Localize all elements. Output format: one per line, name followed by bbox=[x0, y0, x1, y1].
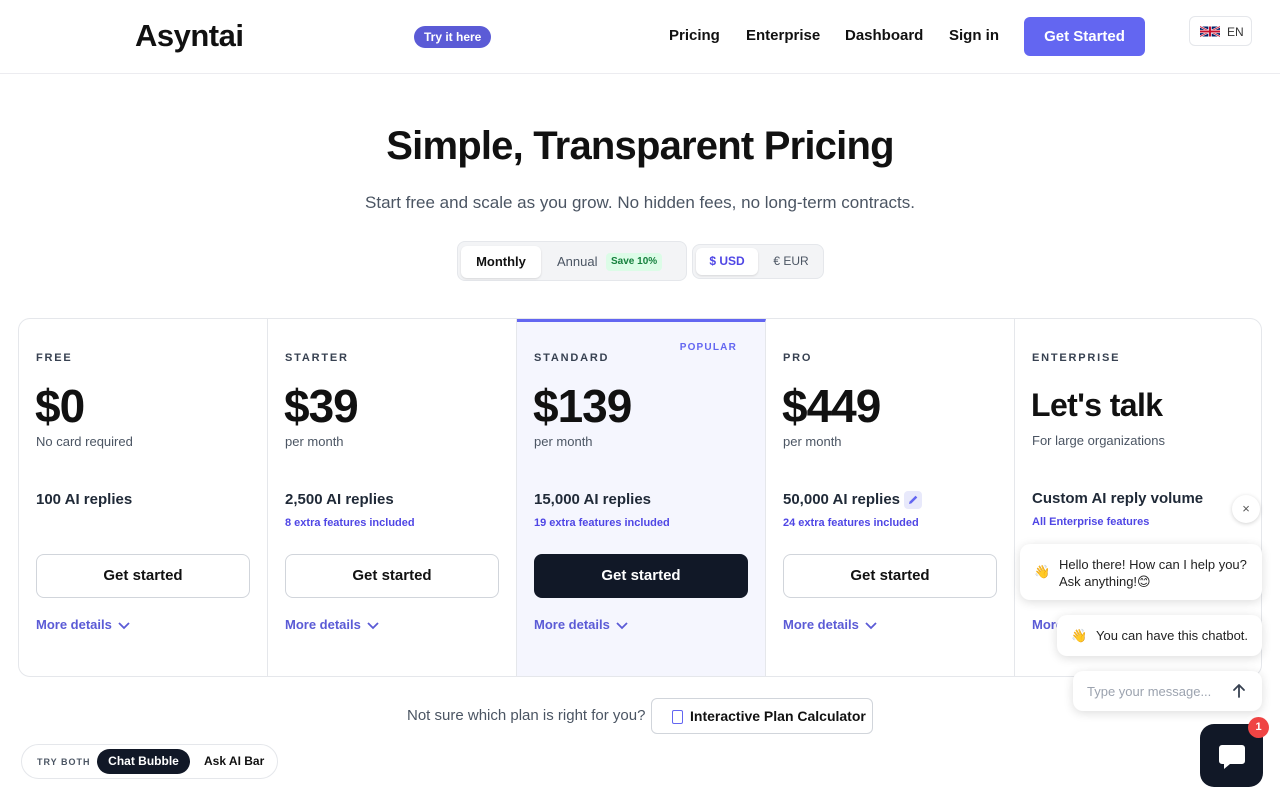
language-code: EN bbox=[1227, 25, 1244, 39]
currency-usd-option[interactable]: $ USD bbox=[696, 248, 758, 275]
plan-replies: Custom AI reply volume bbox=[1032, 490, 1204, 507]
plan-price: $139 bbox=[533, 380, 632, 432]
save-badge: Save 10% bbox=[606, 253, 663, 271]
plan-card-standard: STANDARD POPULAR $139 per month 15,000 A… bbox=[517, 319, 766, 676]
plan-extra-features[interactable]: 24 extra features included bbox=[783, 517, 919, 529]
try-it-here-badge[interactable]: Try it here bbox=[414, 26, 492, 48]
plan-price: $449 bbox=[782, 380, 881, 432]
chat-message-text: Hello there! How can I help you? Ask any… bbox=[1059, 557, 1247, 589]
wave-icon: 👋 bbox=[1034, 564, 1051, 579]
plan-replies: 2,500 AI replies bbox=[285, 491, 394, 508]
calculator-icon bbox=[672, 710, 683, 724]
plan-tier: PRO bbox=[783, 352, 813, 364]
billing-annual-option[interactable]: Annual bbox=[557, 246, 597, 278]
chat-icon bbox=[1219, 745, 1245, 769]
chat-message: 👋 You can have this chatbot. bbox=[1057, 615, 1262, 656]
page-subtitle: Start free and scale as you grow. No hid… bbox=[365, 193, 915, 212]
chevron-down-icon bbox=[118, 621, 130, 629]
plan-card-starter: STARTER $39 per month 2,500 AI replies 8… bbox=[268, 319, 517, 676]
plan-extra-features[interactable]: 19 extra features included bbox=[534, 517, 670, 529]
chevron-down-icon bbox=[367, 621, 379, 629]
chevron-down-icon bbox=[616, 621, 628, 629]
plan-period: per month bbox=[534, 434, 593, 449]
notification-badge: 1 bbox=[1248, 717, 1269, 738]
chat-message-input[interactable] bbox=[1087, 681, 1227, 701]
billing-period-toggle: Monthly Annual Save 10% bbox=[457, 241, 687, 281]
chat-message-text: You can have this chatbot. bbox=[1096, 628, 1249, 643]
nav-enterprise[interactable]: Enterprise bbox=[746, 27, 820, 44]
ask-ai-bar-option[interactable]: Ask AI Bar bbox=[204, 749, 264, 774]
plan-extra-features[interactable]: All Enterprise features bbox=[1032, 516, 1149, 528]
more-details-link[interactable]: More details bbox=[534, 617, 628, 632]
billing-monthly-option[interactable]: Monthly bbox=[461, 246, 541, 278]
plan-period: per month bbox=[285, 434, 344, 449]
plan-period: For large organizations bbox=[1032, 433, 1165, 448]
get-started-button[interactable]: Get Started bbox=[1024, 17, 1145, 56]
plan-price: $39 bbox=[284, 380, 359, 432]
page-title: Simple, Transparent Pricing bbox=[386, 124, 894, 168]
chat-input-box bbox=[1073, 671, 1262, 711]
edit-replies-icon[interactable] bbox=[904, 491, 922, 509]
more-details-label: More details bbox=[285, 617, 361, 632]
plan-calculator-button[interactable]: Interactive Plan Calculator bbox=[651, 698, 873, 734]
plan-card-pro: PRO $449 per month 50,000 AI replies 24 … bbox=[766, 319, 1015, 676]
plan-price: Let's talk bbox=[1031, 387, 1163, 423]
plan-period: per month bbox=[783, 434, 842, 449]
logo[interactable]: Asyntai bbox=[135, 18, 244, 54]
widget-style-switcher: TRY BOTH Chat Bubble Ask AI Bar bbox=[21, 744, 278, 779]
more-details-label: More details bbox=[36, 617, 112, 632]
plan-get-started-button[interactable]: Get started bbox=[534, 554, 748, 598]
plan-extra-features[interactable]: 8 extra features included bbox=[285, 517, 415, 529]
plan-calculator-label: Interactive Plan Calculator bbox=[690, 708, 866, 724]
more-details-label: More details bbox=[783, 617, 859, 632]
currency-toggle: $ USD € EUR bbox=[692, 244, 824, 279]
plan-period: No card required bbox=[36, 434, 133, 449]
plan-card-free: FREE $0 No card required 100 AI replies … bbox=[19, 319, 268, 676]
plan-replies: 100 AI replies bbox=[36, 491, 133, 508]
send-arrow-icon[interactable] bbox=[1229, 681, 1249, 701]
more-details-link[interactable]: More details bbox=[36, 617, 130, 632]
plan-get-started-button[interactable]: Get started bbox=[783, 554, 997, 598]
wave-icon: 👋 bbox=[1071, 628, 1088, 643]
language-selector[interactable]: EN bbox=[1189, 16, 1252, 46]
plan-tier: ENTERPRISE bbox=[1032, 352, 1121, 364]
chat-close-button[interactable]: × bbox=[1232, 495, 1260, 523]
plan-tier: STARTER bbox=[285, 352, 349, 364]
nav-pricing[interactable]: Pricing bbox=[669, 27, 720, 44]
plan-get-started-button[interactable]: Get started bbox=[36, 554, 250, 598]
plan-replies: 50,000 AI replies bbox=[783, 491, 901, 508]
more-details-label: More details bbox=[534, 617, 610, 632]
popular-badge: POPULAR bbox=[679, 342, 737, 353]
chat-bubble-option[interactable]: Chat Bubble bbox=[97, 749, 190, 774]
chevron-down-icon bbox=[865, 621, 877, 629]
site-header: Asyntai Try it here Pricing Enterprise D… bbox=[0, 0, 1280, 74]
nav-sign-in[interactable]: Sign in bbox=[949, 27, 999, 44]
plan-price: $0 bbox=[35, 380, 85, 432]
plan-tier: STANDARD bbox=[534, 352, 610, 364]
plan-help-question: Not sure which plan is right for you? bbox=[407, 707, 646, 724]
plan-get-started-button[interactable]: Get started bbox=[285, 554, 499, 598]
try-both-label: TRY BOTH bbox=[37, 757, 91, 767]
nav-dashboard[interactable]: Dashboard bbox=[845, 27, 923, 44]
plan-tier: FREE bbox=[36, 352, 73, 364]
more-details-link[interactable]: More details bbox=[783, 617, 877, 632]
more-details-link[interactable]: More details bbox=[285, 617, 379, 632]
uk-flag-icon bbox=[1200, 25, 1220, 38]
chat-message: 👋 Hello there! How can I help you? Ask a… bbox=[1020, 544, 1262, 600]
plan-replies: 15,000 AI replies bbox=[534, 491, 652, 508]
currency-eur-option[interactable]: € EUR bbox=[763, 248, 819, 275]
